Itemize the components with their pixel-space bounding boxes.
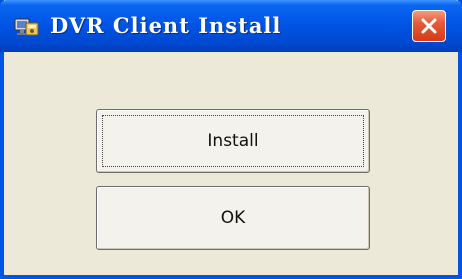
install-dialog-window: DVR Client Install Install OK [0, 0, 462, 279]
ok-button-label: OK [220, 208, 246, 228]
close-button[interactable] [412, 10, 446, 42]
title-bar[interactable]: DVR Client Install [0, 0, 462, 52]
installer-app-icon [14, 14, 40, 38]
install-button-label: Install [207, 131, 259, 151]
window-title: DVR Client Install [50, 13, 282, 38]
ok-button[interactable]: OK [96, 186, 370, 250]
install-button[interactable]: Install [96, 109, 370, 173]
